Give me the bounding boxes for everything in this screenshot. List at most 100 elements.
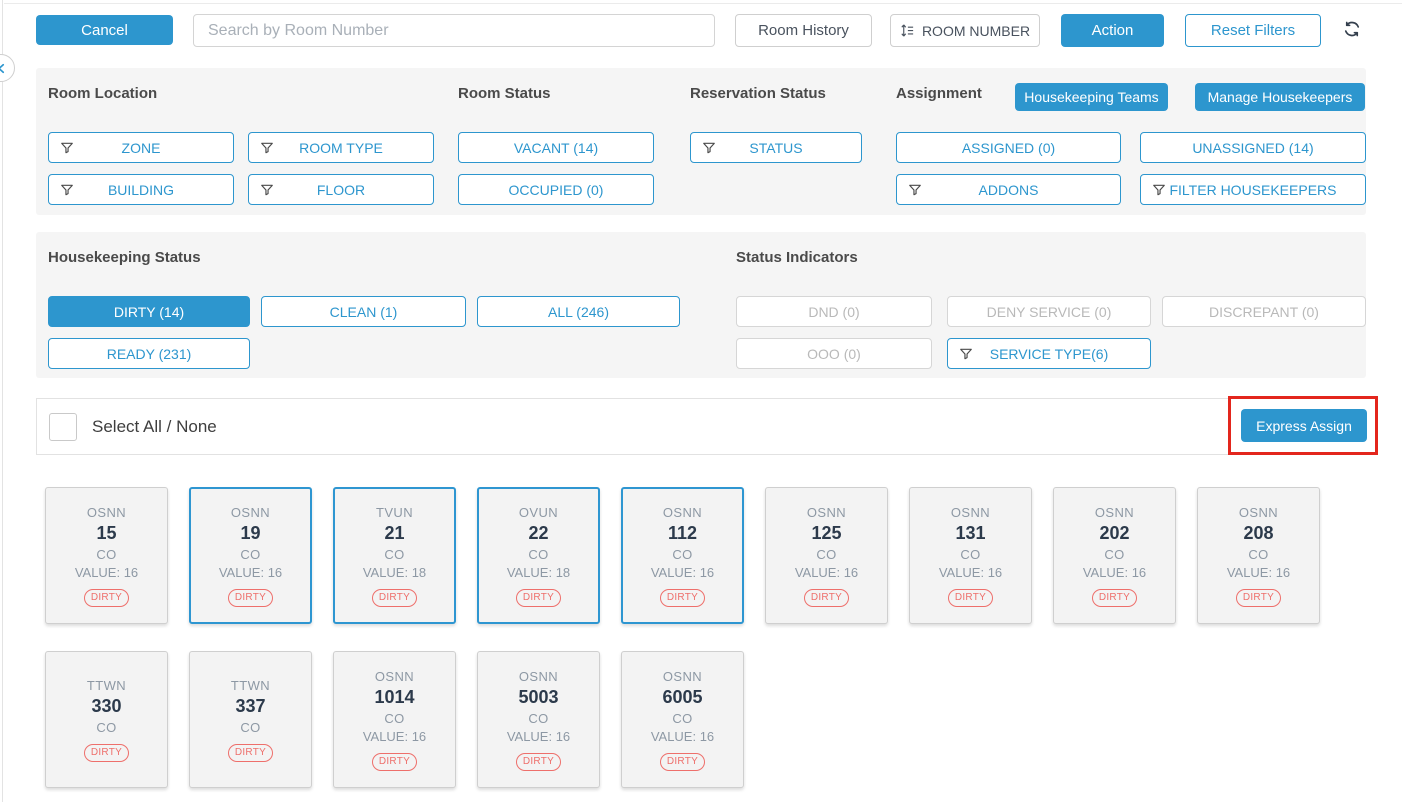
room-card[interactable]: OSNN 6005 CO VALUE: 16 DIRTY xyxy=(621,651,744,788)
funnel-icon xyxy=(260,141,274,155)
filter-ready-button[interactable]: READY (231) xyxy=(48,338,250,369)
filter-room-type-label: ROOM TYPE xyxy=(299,140,383,156)
assignment-title: Assignment xyxy=(896,85,982,102)
room-card[interactable]: OVUN 22 CO VALUE: 18 DIRTY xyxy=(477,487,600,624)
filter-occupied-button[interactable]: OCCUPIED (0) xyxy=(458,174,654,205)
room-status-code: CO xyxy=(384,711,404,726)
funnel-icon xyxy=(959,347,973,361)
room-type: OSNN xyxy=(519,669,558,684)
room-dirty-badge: DIRTY xyxy=(228,744,273,762)
filter-service-type-label: SERVICE TYPE(6) xyxy=(990,346,1109,362)
sort-label: ROOM NUMBER xyxy=(922,23,1030,39)
room-card[interactable]: OSNN 131 CO VALUE: 16 DIRTY xyxy=(909,487,1032,624)
filter-service-type-button[interactable]: SERVICE TYPE(6) xyxy=(947,338,1151,369)
filter-addons-button[interactable]: ADDONS xyxy=(896,174,1121,205)
filter-unassigned-button[interactable]: UNASSIGNED (14) xyxy=(1140,132,1366,163)
action-button[interactable]: Action xyxy=(1061,14,1164,47)
room-type: OSNN xyxy=(1239,505,1278,520)
room-card[interactable]: OSNN 202 CO VALUE: 16 DIRTY xyxy=(1053,487,1176,624)
room-card[interactable]: OSNN 19 CO VALUE: 16 DIRTY xyxy=(189,487,312,624)
filter-all-button[interactable]: ALL (246) xyxy=(477,296,680,327)
room-number: 19 xyxy=(240,523,260,544)
funnel-icon xyxy=(908,183,922,197)
room-dirty-badge: DIRTY xyxy=(1092,589,1137,607)
room-status-code: CO xyxy=(384,547,404,562)
funnel-icon xyxy=(702,141,716,155)
room-location-title: Room Location xyxy=(48,85,157,102)
select-all-checkbox[interactable] xyxy=(49,413,77,441)
room-value: VALUE: 16 xyxy=(1083,565,1146,580)
filter-clean-label: CLEAN (1) xyxy=(330,304,398,320)
filter-unassigned-label: UNASSIGNED (14) xyxy=(1192,140,1313,156)
filter-ready-label: READY (231) xyxy=(107,346,192,362)
filter-room-type-button[interactable]: ROOM TYPE xyxy=(248,132,434,163)
selection-bar: Select All / None xyxy=(36,398,1377,455)
filter-occupied-label: OCCUPIED (0) xyxy=(509,182,604,198)
room-history-button[interactable]: Room History xyxy=(735,14,872,47)
filter-assigned-label: ASSIGNED (0) xyxy=(962,140,1055,156)
room-number: 337 xyxy=(235,696,265,717)
filter-vacant-button[interactable]: VACANT (14) xyxy=(458,132,654,163)
filter-addons-label: ADDONS xyxy=(979,182,1039,198)
reset-filters-button[interactable]: Reset Filters xyxy=(1185,14,1321,47)
room-card[interactable]: OSNN 125 CO VALUE: 16 DIRTY xyxy=(765,487,888,624)
room-card[interactable]: OSNN 208 CO VALUE: 16 DIRTY xyxy=(1197,487,1320,624)
filter-floor-button[interactable]: FLOOR xyxy=(248,174,434,205)
top-divider xyxy=(4,3,1402,4)
room-type: OSNN xyxy=(663,669,702,684)
room-status-code: CO xyxy=(528,547,548,562)
room-type: OSNN xyxy=(87,505,126,520)
room-card[interactable]: TVUN 21 CO VALUE: 18 DIRTY xyxy=(333,487,456,624)
filter-building-label: BUILDING xyxy=(108,182,174,198)
filter-housekeepers-button[interactable]: FILTER HOUSEKEEPERS xyxy=(1140,174,1366,205)
room-number: 22 xyxy=(528,523,548,544)
chevron-left-icon xyxy=(0,63,7,74)
cancel-button[interactable]: Cancel xyxy=(36,15,173,45)
room-card[interactable]: OSNN 15 CO VALUE: 16 DIRTY xyxy=(45,487,168,624)
filters-panel-bottom: Housekeeping Status Status Indicators DI… xyxy=(36,232,1366,378)
filter-vacant-label: VACANT (14) xyxy=(514,140,598,156)
filter-discrepant-button[interactable]: DISCREPANT (0) xyxy=(1162,296,1366,327)
room-number: 330 xyxy=(91,696,121,717)
filter-ooo-button[interactable]: OOO (0) xyxy=(736,338,932,369)
room-status-code: CO xyxy=(672,547,692,562)
room-number: 1014 xyxy=(374,687,414,708)
collapse-panel-button[interactable] xyxy=(0,54,15,82)
room-status-code: CO xyxy=(240,547,260,562)
room-value: VALUE: 16 xyxy=(219,565,282,580)
filter-deny-service-button[interactable]: DENY SERVICE (0) xyxy=(947,296,1151,327)
filter-floor-label: FLOOR xyxy=(317,182,365,198)
housekeeping-teams-button[interactable]: Housekeeping Teams xyxy=(1015,83,1168,111)
filter-assigned-button[interactable]: ASSIGNED (0) xyxy=(896,132,1121,163)
express-assign-button[interactable]: Express Assign xyxy=(1241,409,1367,442)
filter-clean-button[interactable]: CLEAN (1) xyxy=(261,296,466,327)
filter-building-button[interactable]: BUILDING xyxy=(48,174,234,205)
sort-room-number-button[interactable]: ROOM NUMBER xyxy=(890,14,1040,47)
filter-status-button[interactable]: STATUS xyxy=(690,132,862,163)
room-card[interactable]: TTWN 330 CO DIRTY xyxy=(45,651,168,788)
room-value: VALUE: 16 xyxy=(651,729,714,744)
filter-dnd-label: DND (0) xyxy=(808,304,859,320)
filter-dnd-button[interactable]: DND (0) xyxy=(736,296,932,327)
filter-all-label: ALL (246) xyxy=(548,304,609,320)
room-card[interactable]: OSNN 112 CO VALUE: 16 DIRTY xyxy=(621,487,744,624)
room-card[interactable]: OSNN 1014 CO VALUE: 16 DIRTY xyxy=(333,651,456,788)
select-all-label: Select All / None xyxy=(92,417,217,437)
filter-zone-button[interactable]: ZONE xyxy=(48,132,234,163)
funnel-icon xyxy=(260,183,274,197)
search-input[interactable] xyxy=(193,14,715,47)
refresh-icon[interactable] xyxy=(1339,16,1365,42)
room-status-code: CO xyxy=(960,547,980,562)
filter-status-label: STATUS xyxy=(749,140,802,156)
filter-dirty-button[interactable]: DIRTY (14) xyxy=(48,296,250,327)
sort-icon xyxy=(900,23,915,38)
manage-housekeepers-button[interactable]: Manage Housekeepers xyxy=(1195,83,1365,111)
room-status-code: CO xyxy=(96,547,116,562)
room-dirty-badge: DIRTY xyxy=(372,753,417,771)
room-type: OSNN xyxy=(663,505,702,520)
room-number: 6005 xyxy=(662,687,702,708)
room-number: 5003 xyxy=(518,687,558,708)
room-card[interactable]: TTWN 337 CO DIRTY xyxy=(189,651,312,788)
room-value: VALUE: 18 xyxy=(363,565,426,580)
room-card[interactable]: OSNN 5003 CO VALUE: 16 DIRTY xyxy=(477,651,600,788)
